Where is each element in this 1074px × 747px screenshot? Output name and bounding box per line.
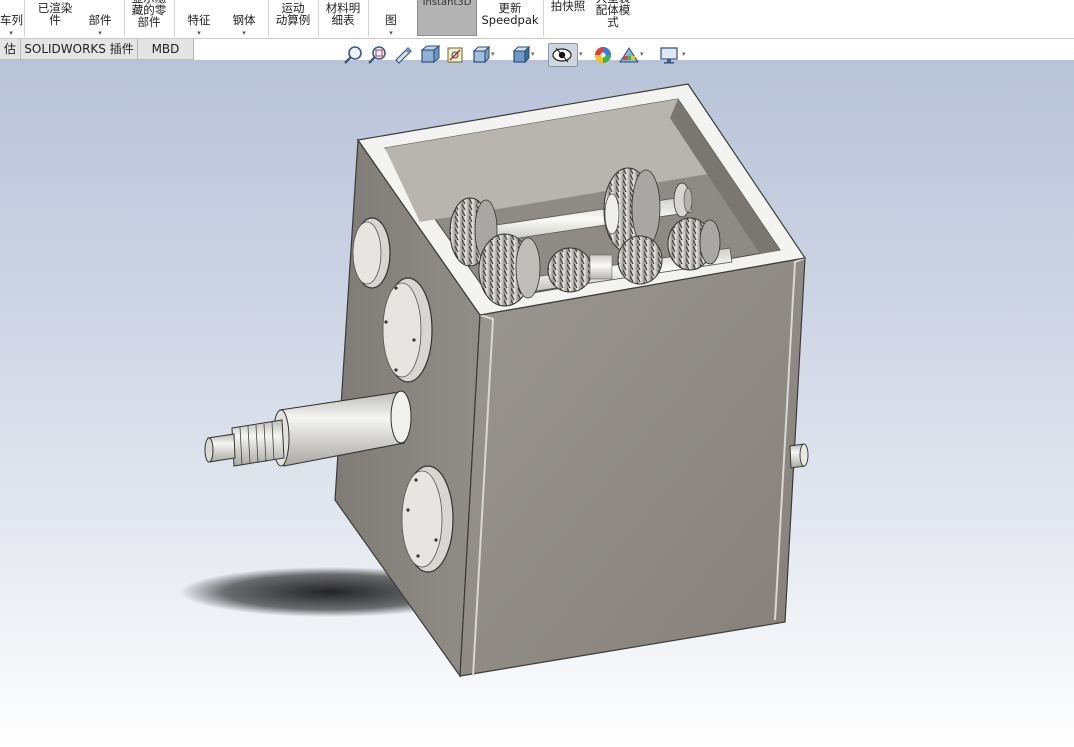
ribbon-button-large-assembly-mode[interactable]: 大型装 配体模 式	[588, 0, 638, 37]
view-settings-icon[interactable]	[658, 44, 680, 66]
ribbon-button-instant3d[interactable]: Instant3D	[417, 0, 477, 36]
tab-evaluate[interactable]: 估	[0, 39, 21, 59]
ribbon-button-features[interactable]: 特征 ▾	[176, 0, 222, 37]
ribbon-button-linear-pattern[interactable]: 车列 ▾	[0, 0, 23, 37]
view-orientation-dropdown[interactable]: ▾	[491, 50, 495, 58]
tab-solidworks-addins[interactable]: SOLIDWORKS 插件	[21, 39, 138, 59]
zoom-to-fit-icon[interactable]	[342, 44, 364, 66]
bearing-cover-top	[352, 217, 391, 289]
command-manager-ribbon: 车列 ▾ 已渲染 件 部件 ▾ 显示隐 藏的零 部件 特征 ▾ 钢体 ▾ 运动 …	[0, 0, 1074, 39]
ribbon-button-show-hidden-components[interactable]: 显示隐 藏的零 部件	[126, 0, 172, 37]
view-settings-dropdown[interactable]: ▾	[682, 50, 686, 58]
hide-show-items-dropdown[interactable]: ▾	[579, 50, 583, 58]
view-orientation-icon[interactable]	[470, 44, 492, 66]
ribbon-separator	[543, 0, 544, 37]
apply-scene-dropdown[interactable]: ▾	[640, 50, 644, 58]
ribbon-button-reference-geometry[interactable]: 钢体 ▾	[222, 0, 266, 37]
hide-show-items-icon[interactable]	[548, 43, 578, 67]
ribbon-separator	[318, 0, 319, 37]
ribbon-button-exploded-view[interactable]: 图 ▾	[370, 0, 412, 37]
housing-front-face	[459, 257, 806, 677]
gearbox-model[interactable]	[0, 60, 1074, 747]
heads-up-view-toolbar: ▾ ▾ ▾ ▾ ▾	[340, 42, 700, 68]
bearing-cover-middle	[382, 277, 433, 383]
ribbon-button-bill-of-materials[interactable]: 材料明 细表	[320, 0, 366, 37]
dynamic-annotation-icon[interactable]	[444, 44, 466, 66]
previous-view-icon[interactable]	[392, 44, 414, 66]
ribbon-separator	[124, 0, 125, 37]
command-manager-tabs: 估 SOLIDWORKS 插件 MBD	[0, 39, 194, 60]
ribbon-separator	[368, 0, 369, 37]
ribbon-button-rendered-parts[interactable]: 已渲染 件	[30, 0, 80, 37]
graphics-area[interactable]: ▾ ▾ ▾ ▾ ▾	[0, 43, 1074, 747]
ribbon-separator	[24, 0, 25, 37]
ribbon-separator	[268, 0, 269, 37]
ribbon-button-take-snapshot[interactable]: 拍快照	[546, 0, 590, 37]
section-view-icon[interactable]	[418, 44, 441, 66]
apply-scene-icon[interactable]	[618, 44, 640, 66]
tab-mbd[interactable]: MBD	[138, 39, 194, 59]
ribbon-button-update-speedpak[interactable]: 更新 Speedpak	[480, 0, 540, 37]
bearing-cover-bottom	[401, 465, 454, 573]
display-style-dropdown[interactable]: ▾	[531, 50, 535, 58]
ribbon-button-motion-study[interactable]: 运动 动算例	[270, 0, 316, 37]
zoom-to-area-icon[interactable]	[366, 44, 388, 66]
edit-appearance-icon[interactable]	[592, 44, 614, 66]
ribbon-separator	[174, 0, 175, 37]
display-style-icon[interactable]	[510, 44, 532, 66]
output-shaft-stub	[789, 443, 809, 469]
ribbon-button-components[interactable]: 部件 ▾	[80, 0, 120, 37]
